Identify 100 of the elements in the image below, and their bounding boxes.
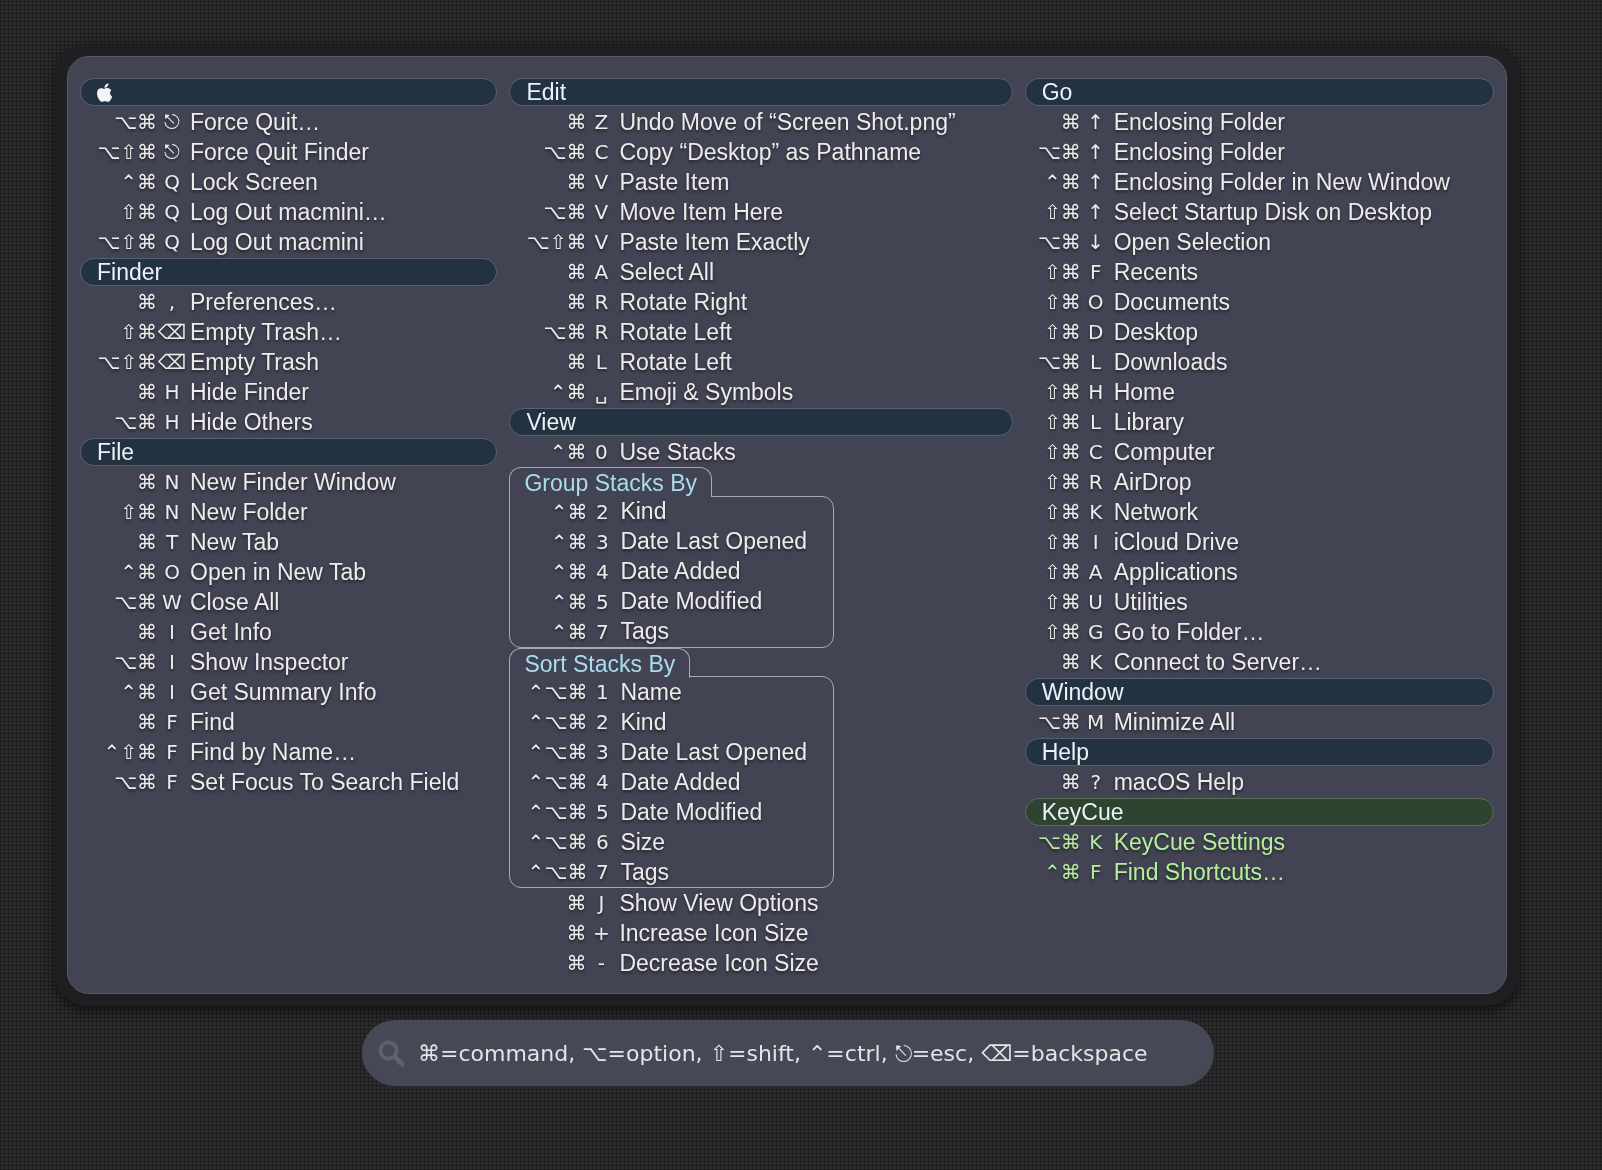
shortcut-key: 5 (587, 800, 618, 824)
menu-command[interactable]: Force Quit… (187, 108, 321, 136)
shortcut-key: V (586, 200, 617, 224)
search-field[interactable]: ⌘=command, ⌥=option, ⇧=shift, ⌃=ctrl, ⎋=esc, ⌫=backspace (362, 1020, 1214, 1086)
menu-command[interactable]: Open Selection (1110, 228, 1271, 256)
shortcut-key: 3 (587, 529, 618, 554)
modifier-keys: ⌃⌘ (80, 560, 157, 584)
menu-command[interactable]: Minimize All (1110, 708, 1236, 736)
menu-command[interactable]: Select Startup Disk on Desktop (1110, 198, 1432, 226)
menu-command[interactable]: Date Added (617, 558, 741, 585)
menu-command[interactable]: Rotate Right (616, 288, 748, 316)
menu-command[interactable]: Increase Icon Size (616, 919, 809, 947)
menu-command[interactable]: Applications (1110, 558, 1238, 586)
shortcut-key: M (1080, 710, 1111, 734)
shortcut-key: U (1080, 590, 1111, 614)
menu-command[interactable]: Paste Item (616, 168, 730, 196)
menu-command[interactable]: Empty Trash… (187, 318, 343, 346)
menu-command[interactable]: Select All (616, 258, 714, 286)
menu-command[interactable]: Kind (617, 498, 667, 525)
menu-command[interactable]: Preferences… (187, 288, 337, 316)
menu-command[interactable]: Get Info (187, 618, 272, 646)
menu-command[interactable]: Empty Trash (187, 348, 320, 376)
menu-command[interactable]: Size (617, 828, 666, 856)
modifier-keys: ⌥⌘ (1024, 830, 1081, 854)
menu-command[interactable]: Find by Name… (187, 738, 357, 766)
menu-command[interactable]: Desktop (1110, 318, 1199, 346)
menu-command[interactable]: Go to Folder… (1110, 618, 1265, 646)
menu-command[interactable]: Force Quit Finder (187, 138, 369, 166)
shortcut-key: - (586, 951, 617, 975)
menu-command[interactable]: Kind (617, 708, 667, 736)
modifier-keys: ⌘ (80, 710, 157, 734)
shortcut-key: W (157, 590, 187, 614)
menu-command[interactable]: Date Modified (617, 588, 763, 615)
menu-command[interactable]: Find Shortcuts… (1110, 858, 1285, 886)
menu-command[interactable]: Enclosing Folder (1110, 108, 1285, 136)
modifier-keys: ⌃⌘ (80, 170, 157, 194)
menu-command[interactable]: Connect to Server… (1110, 648, 1323, 676)
menu-command[interactable]: Hide Finder (187, 378, 309, 406)
shortcut-key: R (1080, 470, 1111, 494)
menu-command[interactable]: Copy “Desktop” as Pathname (616, 138, 922, 166)
shortcut-key: ↑ (1080, 170, 1111, 194)
menu-command[interactable]: Use Stacks (616, 438, 736, 466)
menu-command[interactable]: Tags (617, 618, 669, 645)
shortcut-key: N (157, 500, 187, 524)
menu-command[interactable]: KeyCue Settings (1110, 828, 1285, 856)
menu-command[interactable]: Enclosing Folder (1110, 138, 1285, 166)
menu-command[interactable]: Hide Others (187, 408, 313, 436)
menu-command[interactable]: iCloud Drive (1110, 528, 1239, 556)
menu-command[interactable]: Documents (1110, 288, 1230, 316)
menu-command[interactable]: New Tab (187, 528, 280, 556)
modifier-keys: ⌥⌘ (80, 650, 157, 674)
menu-command[interactable]: Date Last Opened (617, 528, 808, 555)
menu-command[interactable]: macOS Help (1110, 768, 1245, 796)
menu-command[interactable]: Get Summary Info (187, 678, 377, 706)
menu-command[interactable]: Utilities (1110, 588, 1188, 616)
shortcut-key: O (157, 560, 187, 584)
shortcut-key: I (157, 680, 187, 704)
menu-command[interactable]: Lock Screen (187, 168, 318, 196)
menu-command[interactable]: Rotate Left (616, 318, 732, 346)
modifier-keys: ⌃⌥⌘ (510, 710, 588, 734)
modifier-keys: ⌘ (1024, 650, 1081, 674)
menu-command[interactable]: AirDrop (1110, 468, 1192, 496)
menu-command[interactable]: Log Out macmini (187, 228, 364, 256)
menu-command[interactable]: New Finder Window (187, 468, 396, 496)
menu-command[interactable]: Date Added (617, 768, 741, 796)
shortcut-key: Q (157, 170, 187, 194)
menu-command[interactable]: Show View Options (616, 889, 819, 917)
menu-command[interactable]: Rotate Left (616, 348, 732, 376)
menu-command[interactable]: Downloads (1110, 348, 1228, 376)
menu-command[interactable]: Date Last Opened (617, 738, 808, 766)
menu-command[interactable]: Set Focus To Search Field (187, 768, 460, 796)
shortcut-key: ⎋ (157, 140, 187, 164)
modifier-keys: ⌘ (80, 530, 157, 554)
shortcut-key: ↓ (1080, 230, 1111, 254)
shortcut-key: 7 (587, 860, 618, 884)
modifier-keys: ⌥⌘ (80, 590, 157, 614)
menu-command[interactable]: Date Modified (617, 798, 763, 826)
apple-icon (97, 82, 114, 102)
shortcut-key: O (1080, 290, 1111, 314)
menu-command[interactable]: New Folder (187, 498, 308, 526)
menu-command[interactable]: Log Out macmini… (187, 198, 387, 226)
menu-command[interactable]: Network (1110, 498, 1199, 526)
menu-command[interactable]: Computer (1110, 438, 1215, 466)
menu-command[interactable]: Home (1110, 378, 1176, 406)
menu-command[interactable]: Enclosing Folder in New Window (1110, 168, 1450, 196)
menu-command[interactable]: Name (617, 678, 682, 706)
menu-command[interactable]: Paste Item Exactly (616, 228, 810, 256)
menu-command[interactable]: Emoji & Symbols (616, 378, 794, 406)
menu-command[interactable]: Show Inspector (187, 648, 349, 676)
menu-command[interactable]: Find (187, 708, 235, 736)
menu-command[interactable]: Recents (1110, 258, 1199, 286)
menu-command[interactable]: Move Item Here (616, 198, 783, 226)
menu-command[interactable]: Close All (187, 588, 280, 616)
menu-command[interactable]: Undo Move of “Screen Shot.png” (616, 108, 956, 136)
menu-command[interactable]: Library (1110, 408, 1184, 436)
menu-command[interactable]: Decrease Icon Size (616, 949, 819, 977)
menu-command[interactable]: Open in New Tab (187, 558, 366, 586)
menu-command[interactable]: Tags (617, 858, 669, 886)
shortcut-key: F (157, 770, 187, 794)
modifier-keys: ⌘ (80, 290, 157, 314)
